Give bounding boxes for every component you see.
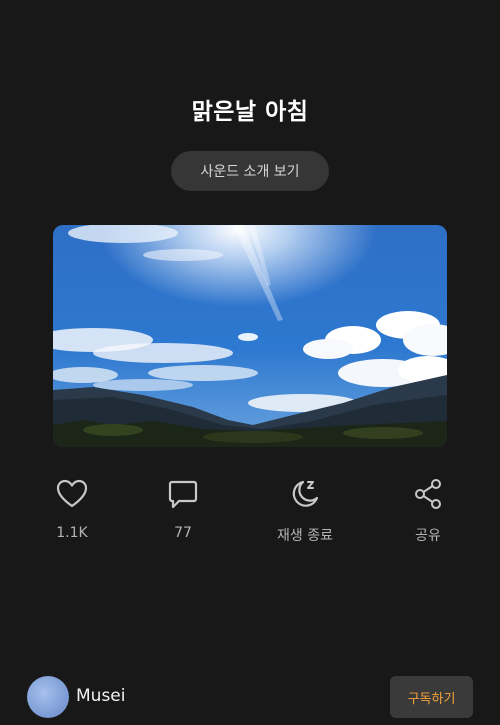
moon-sleep-icon xyxy=(288,477,322,511)
sleep-timer-label: 재생 종료 xyxy=(277,528,333,544)
sky-landscape-image xyxy=(53,225,447,447)
share-label: 공유 xyxy=(415,528,441,544)
subscribe-button[interactable]: 구독하기 xyxy=(390,676,473,718)
creator-name[interactable]: Musei xyxy=(76,686,125,706)
like-action[interactable]: 1.1K xyxy=(22,477,122,541)
comment-icon xyxy=(166,477,200,511)
like-count: 1.1K xyxy=(56,525,88,541)
heart-icon xyxy=(55,477,89,511)
creator-avatar[interactable] xyxy=(27,676,69,718)
sound-title: 맑은날 아침 xyxy=(191,99,309,125)
sound-intro-button[interactable]: 사운드 소개 보기 xyxy=(171,151,329,191)
sound-thumbnail[interactable] xyxy=(53,225,447,447)
sleep-timer-action[interactable]: 재생 종료 xyxy=(255,477,355,545)
comment-action[interactable]: 77 xyxy=(133,477,233,541)
share-icon xyxy=(411,477,445,511)
share-action[interactable]: 공유 xyxy=(378,477,478,545)
comment-count: 77 xyxy=(174,525,192,541)
